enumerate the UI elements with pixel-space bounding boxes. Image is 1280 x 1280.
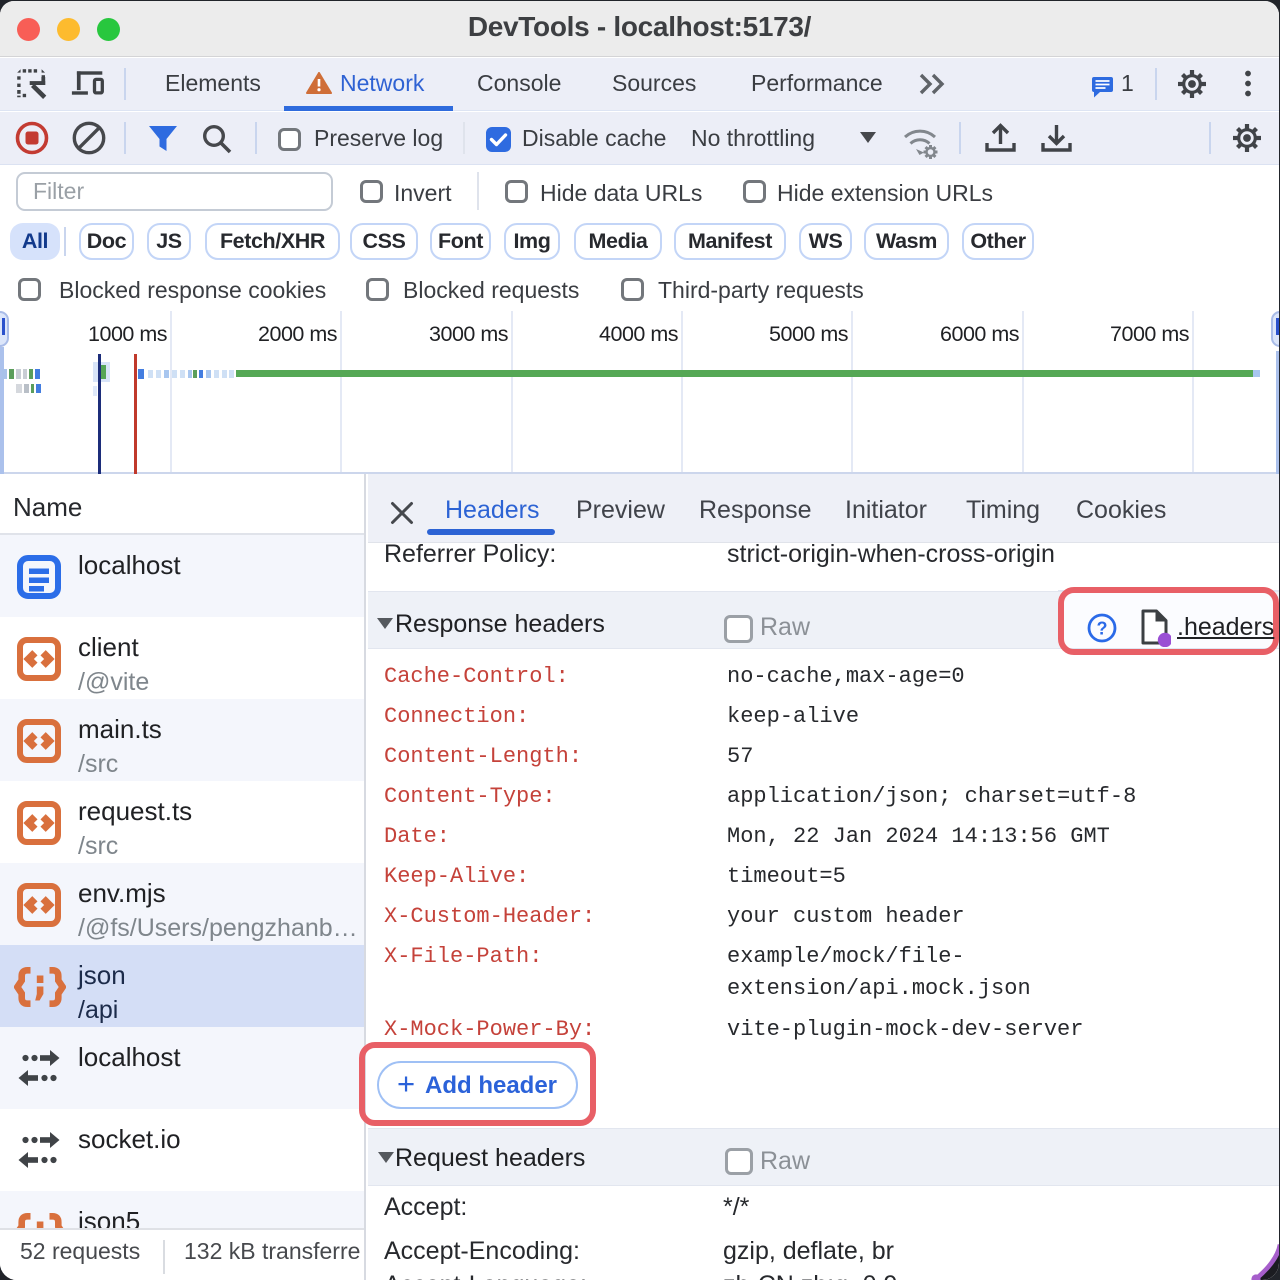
svg-text:?: ? (1097, 619, 1108, 639)
